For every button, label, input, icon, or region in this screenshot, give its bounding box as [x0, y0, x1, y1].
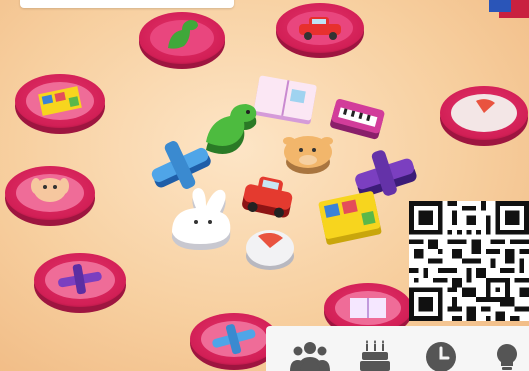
piece-car[interactable]	[241, 173, 296, 219]
piece-giraffe[interactable]	[283, 136, 333, 174]
piece-book[interactable]	[253, 75, 317, 125]
game-info-panel	[266, 326, 529, 371]
piece-piano[interactable]	[329, 98, 385, 140]
piece-rabbit[interactable]	[172, 188, 231, 250]
piece-dial[interactable]	[246, 230, 294, 270]
disc-shape-blocks[interactable]	[15, 74, 105, 134]
disc-airplane-bottom[interactable]	[190, 313, 278, 370]
players-icon	[290, 340, 330, 371]
lightbulb-icon	[487, 340, 527, 371]
disc-dial[interactable]	[440, 86, 528, 146]
qr-code[interactable]	[409, 201, 529, 321]
disc-dog[interactable]	[5, 166, 95, 226]
clock-icon	[421, 340, 461, 371]
disc-dinosaur[interactable]	[139, 12, 225, 69]
piece-shape-blocks[interactable]	[318, 191, 382, 246]
disc-airplane-left[interactable]	[34, 253, 126, 313]
game-scene	[0, 0, 529, 371]
disc-car[interactable]	[276, 3, 364, 58]
book-icon	[350, 298, 386, 318]
piece-dinosaur[interactable]	[206, 104, 257, 154]
age-cake-icon	[355, 340, 395, 371]
